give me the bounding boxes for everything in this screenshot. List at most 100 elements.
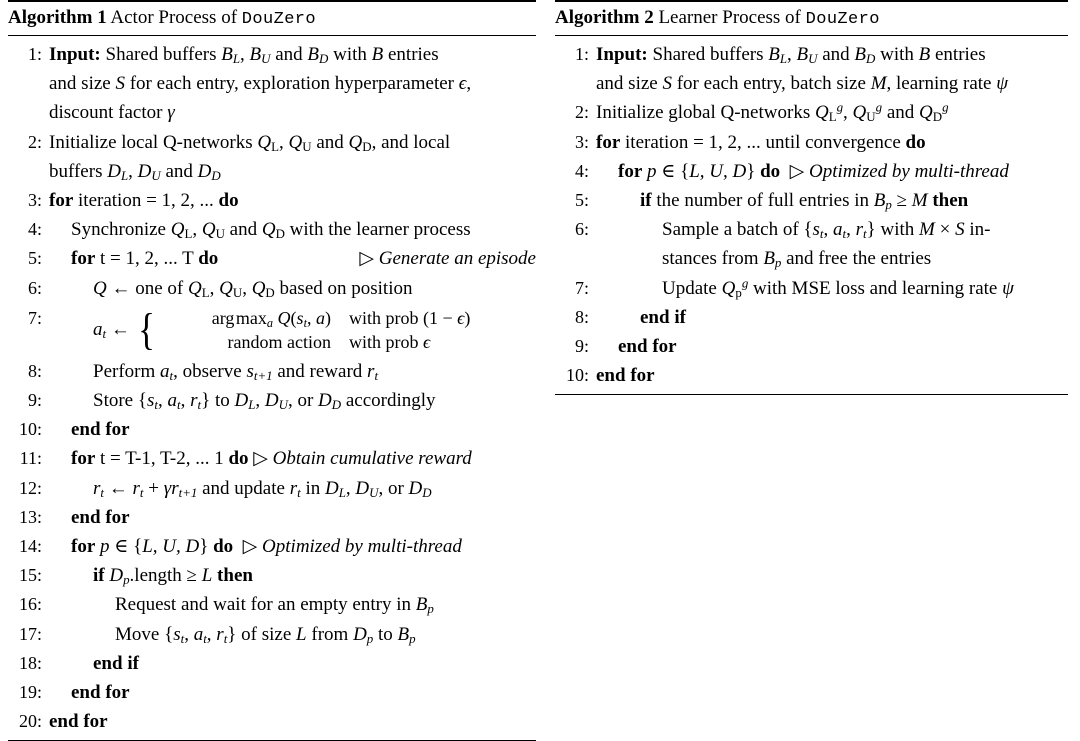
line-text: Initialize global Q-networks QLg, QUg an…	[596, 99, 949, 125]
line-number: 4:	[574, 160, 589, 181]
line-text: end for	[596, 365, 655, 387]
algorithm-line: 7: at ← { arg maxa Q(st, a) with prob (1…	[8, 303, 536, 357]
line-number: 15:	[18, 565, 42, 586]
line-number: 1:	[27, 44, 42, 64]
algorithm-line: 1: Input: Shared buffers BL, BU and BD w…	[8, 40, 536, 128]
line-text: rt ← rt + γrt+1 and update rt in DL, DU,…	[93, 477, 432, 500]
algorithm-line: 7: Update Qpg with MSE loss and learning…	[555, 274, 1068, 303]
line-text: Synchronize QL, QU and QD with the learn…	[71, 219, 471, 242]
line-text: end for	[71, 682, 130, 704]
algorithm-line: 4: for p ∈ {L, U, D} do ▷ Optimized by m…	[555, 157, 1068, 186]
line-number: 9:	[574, 336, 589, 357]
line-text: for iteration = 1, 2, ... do	[49, 190, 239, 212]
line-text: Sample a batch of {st, at, rt} with M × …	[662, 219, 991, 271]
line-comment: ▷ Obtain cumulative reward	[253, 448, 472, 470]
algorithm-line: 2: Initialize global Q-networks QLg, QUg…	[555, 98, 1068, 127]
algorithm-line: 12: rt ← rt + γrt+1 and update rt in DL,…	[8, 474, 536, 503]
algorithm-line: 1: Input: Shared buffers BL, BU and BD w…	[555, 40, 1068, 98]
line-text: for t = T-1, T-2, ... 1 do ▷ Obtain cumu…	[71, 448, 472, 470]
line-number: 11:	[19, 448, 42, 469]
algorithm-line: 20: end for	[8, 707, 536, 736]
algorithm-1-title-text: Actor Process of	[110, 7, 238, 28]
algorithm-2-lines: 1: Input: Shared buffers BL, BU and BD w…	[555, 36, 1068, 390]
algorithm-line: 10: end for	[555, 361, 1068, 390]
algorithm-line: 15: if Dp.length ≥ L then	[8, 561, 536, 590]
case-1-expression: arg maxa Q(st, a)	[211, 307, 331, 330]
line-text: Update Qpg with MSE loss and learning ra…	[662, 274, 1014, 300]
algorithm-line: 8: end if	[555, 303, 1068, 332]
line-text: Input: Shared buffers BL, BU and BD with…	[596, 44, 1009, 95]
line-text: end if	[93, 652, 139, 674]
algorithm-line: 6: Q ← one of QL, QU, QD based on positi…	[8, 274, 536, 303]
algorithm-line: 3: for iteration = 1, 2, ... do	[8, 186, 536, 215]
line-number: 4:	[27, 219, 42, 240]
line-number: 5:	[27, 248, 42, 269]
algorithm-line: 9: Store {st, at, rt} to DL, DU, or DD a…	[8, 386, 536, 415]
algorithm-1-title-mono: DouZero	[241, 10, 316, 29]
line-text: for t = 1, 2, ... T do ▷ Generate an epi…	[49, 244, 536, 273]
line-number: 17:	[18, 623, 42, 644]
line-text: for iteration = 1, 2, ... until converge…	[596, 131, 926, 153]
line-number: 2:	[27, 131, 42, 152]
line-text: Q ← one of QL, QU, QD based on position	[93, 277, 413, 300]
algorithm-line: 2: Initialize local Q-networks QL, QU an…	[8, 128, 536, 186]
line-text: end for	[71, 419, 130, 441]
line-number: 2:	[574, 102, 589, 123]
line-comment: ▷ Optimized by multi-thread	[789, 160, 1009, 182]
line-comment: ▷ Generate an episode	[359, 248, 536, 270]
line-number: 18:	[18, 652, 42, 673]
line-text: Initialize local Q-networks QL, QU and Q…	[49, 131, 451, 184]
line-number: 8:	[574, 306, 589, 327]
line-number: 16:	[18, 594, 42, 615]
line-number: 10:	[565, 365, 589, 386]
line-number: 8:	[27, 360, 42, 381]
line-number: 6:	[574, 219, 589, 240]
line-number: 7:	[574, 277, 589, 298]
case-2-condition: with prob ϵ	[348, 331, 431, 352]
algorithm-line: 5: for t = 1, 2, ... T do ▷ Generate an …	[8, 244, 536, 273]
algorithm-line: 19: end for	[8, 678, 536, 707]
line-text: Input: Shared buffers BL, BU and BD with…	[49, 44, 472, 124]
algorithm-line: 13: end for	[8, 503, 536, 532]
algorithm-2-label: Algorithm	[555, 7, 640, 28]
left-curly-brace-icon: {	[137, 304, 155, 354]
line-number: 12:	[18, 477, 42, 498]
line-number: 13:	[18, 506, 42, 527]
line-text: Move {st, at, rt} of size L from Dp to B…	[115, 623, 416, 646]
line-number: 3:	[27, 190, 42, 211]
algorithm-line: 17: Move {st, at, rt} of size L from Dp …	[8, 620, 536, 649]
line-text: at ← { arg maxa Q(st, a) with prob (1 − …	[93, 304, 471, 354]
line-text: end for	[71, 506, 130, 528]
line-number: 10:	[18, 419, 42, 440]
algorithm-line: 3: for iteration = 1, 2, ... until conve…	[555, 128, 1068, 157]
algorithm-line: 9: end for	[555, 332, 1068, 361]
line-number: 14:	[18, 536, 42, 557]
cases-construct: { arg maxa Q(st, a) with prob (1 − ϵ) ra…	[136, 304, 471, 354]
algorithm-1-block: Algorithm 1 Actor Process of DouZero 1: …	[8, 0, 536, 741]
line-text: end if	[640, 306, 686, 328]
line-number: 3:	[574, 131, 589, 152]
algorithm-figure-page: Algorithm 1 Actor Process of DouZero 1: …	[0, 0, 1080, 741]
algorithm-line: 18: end if	[8, 649, 536, 678]
line-number: 7:	[27, 307, 42, 328]
line-text: Store {st, at, rt} to DL, DU, or DD acco…	[93, 390, 436, 413]
algorithm-2-title: Algorithm 2 Learner Process of DouZero	[555, 2, 1068, 35]
algorithm-1-lines: 1: Input: Shared buffers BL, BU and BD w…	[8, 36, 536, 736]
algorithm-2-title-text: Learner Process of	[658, 7, 801, 28]
line-text: for p ∈ {L, U, D} do ▷ Optimized by mult…	[618, 160, 1009, 182]
line-number: 1:	[574, 44, 589, 64]
algorithm-line: 10: end for	[8, 415, 536, 444]
algorithm-line: 4: Synchronize QL, QU and QD with the le…	[8, 215, 536, 244]
algorithm-2-bottom-rule	[555, 394, 1068, 396]
algorithm-line: 14: for p ∈ {L, U, D} do ▷ Optimized by …	[8, 532, 536, 561]
algorithm-2-block: Algorithm 2 Learner Process of DouZero 1…	[555, 0, 1068, 396]
algorithm-line: 16: Request and wait for an empty entry …	[8, 590, 536, 619]
case-1-condition: with prob (1 − ϵ)	[348, 307, 471, 328]
line-number: 19:	[18, 682, 42, 703]
algorithm-line: 8: Perform at, observe st+1 and reward r…	[8, 357, 536, 386]
line-text: if Dp.length ≥ L then	[93, 565, 253, 588]
algorithm-2-title-mono: DouZero	[805, 10, 880, 29]
line-text: end for	[618, 336, 677, 358]
algorithm-1-label: Algorithm	[8, 7, 93, 28]
case-2-expression: random action	[227, 331, 331, 352]
